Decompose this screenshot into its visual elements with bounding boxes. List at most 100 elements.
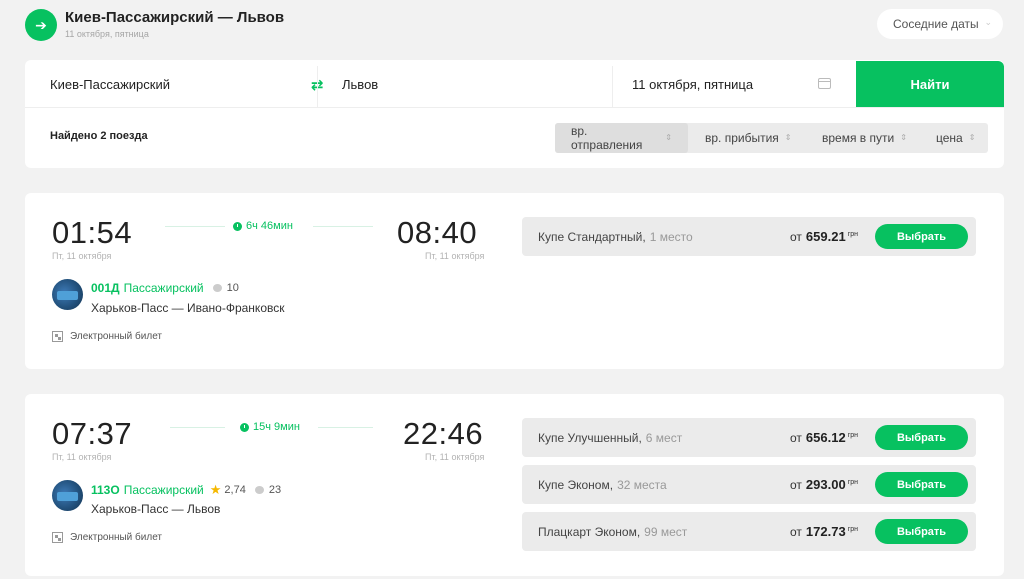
select-button[interactable]: Выбрать [875, 519, 968, 544]
duration-line [318, 427, 373, 428]
star-icon: ★ [209, 482, 222, 497]
fare-class-name: Купе Эконом, [538, 478, 614, 492]
sort-label: вр. отправления [571, 124, 643, 152]
eticket-info: Электронный билет [52, 331, 162, 342]
sort-arrows-icon: ⇕ [968, 133, 976, 142]
fare-class: Купе Эконом, 32 места [538, 478, 667, 492]
sort-arrows-icon: ⇕ [900, 133, 907, 142]
duration-line [165, 226, 225, 227]
sort-label: время в пути [822, 131, 895, 145]
review-count[interactable]: 23 [269, 484, 281, 496]
chevron-down-icon: ⌄ [984, 17, 992, 27]
select-button[interactable]: Выбрать [875, 425, 968, 450]
price-currency: грн [847, 231, 858, 238]
duration-line [313, 226, 373, 227]
price-value: 659.21 [805, 229, 846, 244]
sort-arrows-icon: ⇕ [784, 133, 792, 142]
duration-label: 6ч 46мин [246, 220, 293, 232]
fare-seats: 6 мест [645, 431, 683, 445]
train-rating: 2,74 [224, 484, 246, 496]
price-value: 172.73 [805, 524, 846, 539]
train-avatar [52, 480, 83, 511]
duration: 6ч 46мин [233, 220, 293, 232]
divider [612, 66, 613, 108]
sort-label: цена [936, 131, 963, 145]
fare-seats: 32 места [617, 478, 667, 492]
duration-line [170, 427, 225, 428]
fare-row: Купе Стандартный, 1 место от 659.21 грн Выб… [522, 217, 976, 256]
fare-price: от 293.00 грн [790, 477, 858, 492]
price-value: 293.00 [805, 477, 846, 492]
sort-departure[interactable]: вр. отправления ⇕ [555, 123, 688, 153]
to-station-field[interactable]: Львов [342, 60, 378, 108]
fare-class: Купе Стандартный, 1 место [538, 230, 693, 244]
price-from: от [790, 230, 802, 244]
date-field[interactable]: 11 октября, пятница [632, 60, 753, 108]
fare-row: Плацкарт Эконом, 99 мест от 172.73 грн Выбр… [522, 512, 976, 551]
sort-label: вр. прибытия [705, 131, 779, 145]
train-card: 01:54 Пт, 11 октября 6ч 46мин 08:40 Пт, … [25, 193, 1004, 369]
arrival-time: 22:46 [403, 416, 484, 451]
train-route: Харьков-Пасс — Ивано-Франковск [91, 301, 285, 315]
select-button[interactable]: Выбрать [875, 472, 968, 497]
fare-seats: 1 место [649, 230, 693, 244]
train-card: 07:37 Пт, 11 октября 15ч 9мин 22:46 Пт, … [25, 394, 1004, 576]
price-value: 656.12 [805, 430, 846, 445]
fare-row: Купе Эконом, 32 места от 293.00 грн Выбрать [522, 465, 976, 504]
arrow-right-icon: ➔ [25, 9, 57, 41]
price-from: от [790, 525, 802, 539]
train-route: Харьков-Пасс — Львов [91, 502, 221, 516]
from-station-field[interactable]: Киев-Пассажирский [50, 60, 170, 108]
arrival-date: Пт, 11 октября [425, 251, 485, 261]
fare-class-name: Плацкарт Эконом, [538, 525, 641, 539]
sort-arrows-icon: ⇕ [665, 133, 672, 142]
calendar-icon[interactable] [818, 78, 831, 89]
arrival-date: Пт, 11 октября [425, 452, 485, 462]
comment-icon [254, 486, 264, 494]
clock-icon [233, 221, 242, 231]
page-title: Киев-Пассажирский — Львов [65, 9, 285, 26]
train-number[interactable]: 001Д [91, 281, 120, 295]
fare-class: Купе Улучшенный, 6 мест [538, 431, 682, 445]
duration: 15ч 9мин [240, 421, 300, 433]
train-info: 001Д Пассажирский 10 [91, 281, 239, 295]
comment-icon [212, 284, 222, 292]
clock-icon [240, 422, 249, 432]
departure-time: 01:54 [52, 215, 133, 250]
price-currency: грн [847, 479, 858, 486]
fare-class: Плацкарт Эконом, 99 мест [538, 525, 687, 539]
departure-date: Пт, 11 октября [52, 452, 112, 462]
nearby-dates-label: Соседние даты [893, 17, 979, 31]
eticket-label: Электронный билет [70, 532, 162, 543]
page-subtitle: 11 октября, пятница [65, 29, 149, 39]
fare-seats: 99 мест [644, 525, 688, 539]
review-count[interactable]: 10 [227, 282, 239, 294]
duration-label: 15ч 9мин [253, 421, 300, 433]
fare-price: от 659.21 грн [790, 229, 858, 244]
price-from: от [790, 478, 802, 492]
fare-class-name: Купе Стандартный, [538, 230, 646, 244]
find-button[interactable]: Найти [856, 61, 1004, 107]
fare-class-name: Купе Улучшенный, [538, 431, 642, 445]
qr-code-icon [52, 532, 63, 543]
train-avatar [52, 279, 83, 310]
eticket-label: Электронный билет [70, 331, 162, 342]
price-from: от [790, 431, 802, 445]
divider [317, 66, 318, 108]
eticket-info: Электронный билет [52, 532, 162, 543]
price-currency: грн [847, 526, 858, 533]
departure-time: 07:37 [52, 416, 133, 451]
select-button[interactable]: Выбрать [875, 224, 968, 249]
sort-duration[interactable]: время в пути ⇕ [822, 123, 907, 153]
qr-code-icon [52, 331, 63, 342]
nearby-dates-button[interactable]: Соседние даты ⌄ [877, 9, 1003, 39]
sort-arrival[interactable]: вр. прибытия ⇕ [705, 123, 792, 153]
search-row: Киев-Пассажирский ⇄ Львов 11 октября, пя… [25, 60, 1004, 108]
departure-date: Пт, 11 октября [52, 251, 112, 261]
train-type: Пассажирский [123, 281, 204, 295]
train-number[interactable]: 113О [91, 483, 120, 497]
sort-price[interactable]: цена ⇕ [936, 123, 975, 153]
search-panel: Киев-Пассажирский ⇄ Львов 11 октября, пя… [25, 60, 1004, 168]
train-type: Пассажирский [123, 483, 204, 497]
results-count: Найдено 2 поезда [50, 130, 148, 142]
